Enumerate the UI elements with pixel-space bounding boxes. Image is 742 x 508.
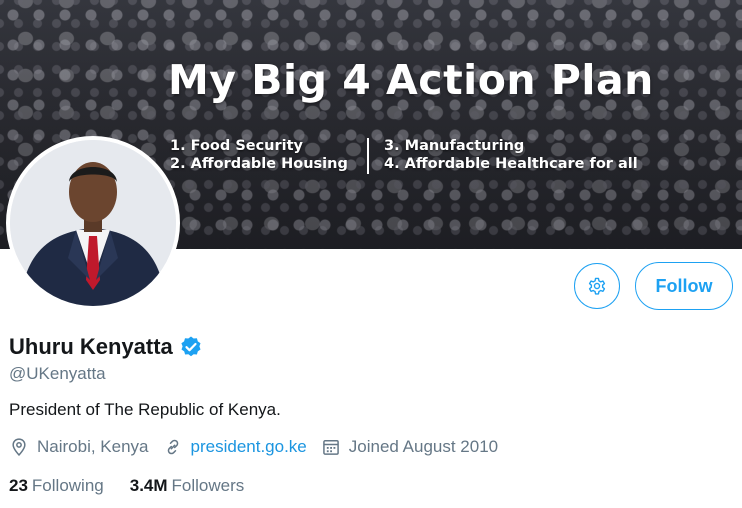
banner-item: 3. Manufacturing bbox=[384, 138, 525, 154]
followers-label: Followers bbox=[171, 476, 245, 495]
banner-item: 1. Food Security bbox=[170, 138, 304, 154]
profile-handle: @UKenyatta bbox=[9, 364, 106, 383]
location-text: Nairobi, Kenya bbox=[37, 437, 149, 456]
joined-text: Joined August 2010 bbox=[348, 437, 499, 456]
following-label: Following bbox=[31, 476, 104, 495]
profile-bio: President of The Republic of Kenya. bbox=[9, 400, 281, 419]
profile-meta: Nairobi, Kenya president.go.ke Joined Au… bbox=[9, 437, 512, 457]
banner-item: 4. Affordable Healthcare for all bbox=[384, 156, 638, 172]
banner-item: 2. Affordable Housing bbox=[170, 156, 348, 172]
profile-stats: 23 Following 3.4M Followers bbox=[9, 476, 270, 496]
profile-name-row: Uhuru Kenyatta bbox=[9, 334, 203, 360]
avatar-photo bbox=[10, 140, 176, 306]
banner-list-left: 1. Food Security 2. Affordable Housing bbox=[170, 137, 348, 173]
banner-title: My Big 4 Action Plan bbox=[168, 56, 654, 104]
following-stat[interactable]: 23 Following bbox=[9, 476, 104, 496]
profile-website[interactable]: president.go.ke bbox=[163, 437, 307, 457]
settings-button[interactable] bbox=[574, 263, 620, 309]
following-count: 23 bbox=[9, 476, 28, 495]
calendar-icon bbox=[321, 437, 341, 457]
banner-list-right: 3. Manufacturing 4. Affordable Healthcar… bbox=[384, 137, 638, 173]
link-icon bbox=[163, 437, 183, 457]
followers-count: 3.4M bbox=[129, 476, 168, 495]
follow-button[interactable]: Follow bbox=[635, 262, 733, 310]
profile-name: Uhuru Kenyatta bbox=[9, 334, 173, 359]
website-link[interactable]: president.go.ke bbox=[191, 437, 307, 457]
profile-joined: Joined August 2010 bbox=[321, 437, 498, 457]
followers-stat[interactable]: 3.4M Followers bbox=[130, 476, 245, 496]
location-pin-icon bbox=[9, 437, 29, 457]
avatar[interactable] bbox=[6, 136, 180, 310]
verified-badge-icon bbox=[179, 335, 203, 359]
banner-divider bbox=[367, 138, 369, 174]
gear-icon bbox=[588, 277, 606, 295]
profile-location: Nairobi, Kenya bbox=[9, 437, 149, 457]
